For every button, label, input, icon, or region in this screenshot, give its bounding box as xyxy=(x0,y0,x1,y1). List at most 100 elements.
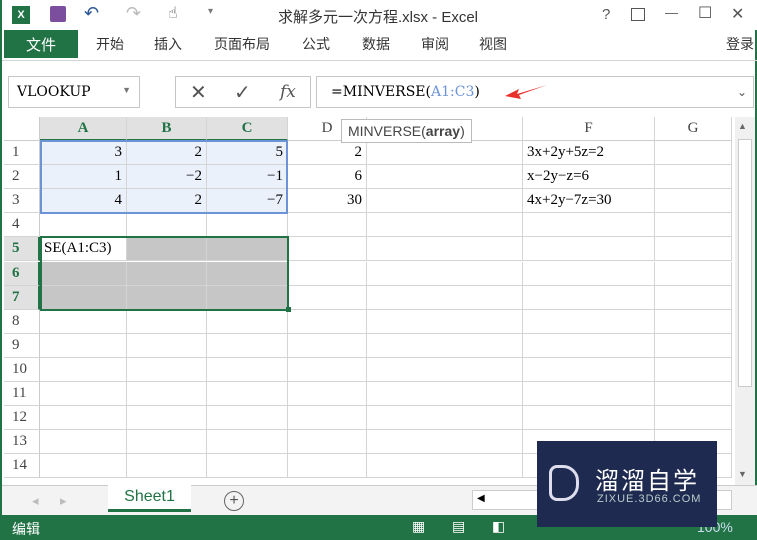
cell-D14[interactable] xyxy=(288,454,367,479)
tab-page-layout[interactable]: 页面布局 xyxy=(214,34,270,54)
column-header-B[interactable]: B xyxy=(127,117,207,141)
row-header-1[interactable]: 1 xyxy=(4,141,40,166)
cell-E5[interactable] xyxy=(367,237,523,262)
cell-E13[interactable] xyxy=(367,430,523,455)
cell-C6[interactable] xyxy=(207,261,288,286)
tab-home[interactable]: 开始 xyxy=(96,34,124,54)
cell-C10[interactable] xyxy=(207,357,288,382)
cell-C9[interactable] xyxy=(207,333,288,358)
tooltip-argument[interactable]: array xyxy=(426,123,460,139)
cell-B14[interactable] xyxy=(127,454,207,479)
cell-A2[interactable]: 1 xyxy=(40,165,127,190)
cell-G3[interactable] xyxy=(655,189,732,214)
redo-icon[interactable]: ↷ xyxy=(126,3,141,24)
cell-A7[interactable] xyxy=(40,285,127,310)
cell-D5[interactable] xyxy=(288,237,367,262)
cell-E7[interactable] xyxy=(367,285,523,310)
tab-review[interactable]: 审阅 xyxy=(421,34,449,54)
cell-B8[interactable] xyxy=(127,309,207,334)
row-header-14[interactable]: 14 xyxy=(4,454,40,479)
scroll-thumb[interactable] xyxy=(738,139,752,387)
cell-G4[interactable] xyxy=(655,213,732,238)
row-header-4[interactable]: 4 xyxy=(4,213,40,238)
cell-E4[interactable] xyxy=(367,213,523,238)
cell-B13[interactable] xyxy=(127,430,207,455)
row-header-10[interactable]: 10 xyxy=(4,357,40,382)
cell-G7[interactable] xyxy=(655,285,732,310)
cell-A9[interactable] xyxy=(40,333,127,358)
cell-E14[interactable] xyxy=(367,454,523,479)
cell-B9[interactable] xyxy=(127,333,207,358)
cell-A12[interactable] xyxy=(40,406,127,431)
cell-B3[interactable]: 2 xyxy=(127,189,207,214)
cell-D3[interactable]: 30 xyxy=(288,189,367,214)
cell-E6[interactable] xyxy=(367,261,523,286)
cell-D11[interactable] xyxy=(288,382,367,407)
cell-G12[interactable] xyxy=(655,406,732,431)
cell-A10[interactable] xyxy=(40,357,127,382)
cell-E1[interactable] xyxy=(367,141,523,166)
cell-B2[interactable]: −2 xyxy=(127,165,207,190)
cell-G11[interactable] xyxy=(655,382,732,407)
fill-handle[interactable] xyxy=(286,306,291,312)
cell-C1[interactable]: 5 xyxy=(207,141,288,166)
column-header-A[interactable]: A xyxy=(40,117,127,141)
cancel-icon[interactable]: ✕ xyxy=(190,80,207,105)
cell-F3[interactable]: 4x+2y−7z=30 xyxy=(523,189,655,214)
cell-B11[interactable] xyxy=(127,382,207,407)
cell-G2[interactable] xyxy=(655,165,732,190)
page-break-view-icon[interactable]: ◧ xyxy=(492,518,505,535)
prev-sheet-icon[interactable]: ◂ xyxy=(32,493,39,509)
cell-D12[interactable] xyxy=(288,406,367,431)
cell-A5[interactable]: SE(A1:C3) xyxy=(40,237,127,262)
cell-G8[interactable] xyxy=(655,309,732,334)
cell-F1[interactable]: 3x+2y+5z=2 xyxy=(523,141,655,166)
cell-C14[interactable] xyxy=(207,454,288,479)
cell-B10[interactable] xyxy=(127,357,207,382)
cell-F4[interactable] xyxy=(523,213,655,238)
cell-D8[interactable] xyxy=(288,309,367,334)
formula-input[interactable]: =MINVERSE(A1:C3) ⌄ xyxy=(316,76,754,108)
row-header-9[interactable]: 9 xyxy=(4,333,40,358)
cell-C11[interactable] xyxy=(207,382,288,407)
enter-icon[interactable]: ✓ xyxy=(234,80,251,105)
chevron-down-icon[interactable]: ▼ xyxy=(122,85,131,95)
cell-A13[interactable] xyxy=(40,430,127,455)
maximize-button[interactable]: ☐ xyxy=(698,3,712,23)
cell-D13[interactable] xyxy=(288,430,367,455)
cell-B6[interactable] xyxy=(127,261,207,286)
cell-E11[interactable] xyxy=(367,382,523,407)
scroll-up-icon[interactable]: ▲ xyxy=(738,121,747,131)
cell-G6[interactable] xyxy=(655,261,732,286)
minimize-button[interactable]: — xyxy=(665,5,678,20)
cell-A8[interactable] xyxy=(40,309,127,334)
cell-D2[interactable]: 6 xyxy=(288,165,367,190)
close-button[interactable]: ✕ xyxy=(731,4,744,24)
row-header-13[interactable]: 13 xyxy=(4,430,40,455)
cell-A6[interactable] xyxy=(40,261,127,286)
cell-C4[interactable] xyxy=(207,213,288,238)
cell-A4[interactable] xyxy=(40,213,127,238)
cell-C13[interactable] xyxy=(207,430,288,455)
cell-G1[interactable] xyxy=(655,141,732,166)
cell-E12[interactable] xyxy=(367,406,523,431)
cell-C5[interactable] xyxy=(207,237,288,262)
cell-F7[interactable] xyxy=(523,285,655,310)
cell-A1[interactable]: 3 xyxy=(40,141,127,166)
cell-A3[interactable]: 4 xyxy=(40,189,127,214)
cell-F8[interactable] xyxy=(523,309,655,334)
add-sheet-button[interactable]: + xyxy=(224,491,244,511)
cell-C12[interactable] xyxy=(207,406,288,431)
row-header-3[interactable]: 3 xyxy=(4,189,40,214)
file-tab[interactable]: 文件 xyxy=(4,30,78,58)
cell-B7[interactable] xyxy=(127,285,207,310)
touch-mode-icon[interactable]: ☝ xyxy=(168,3,178,23)
scroll-left-icon[interactable]: ◀ xyxy=(477,493,485,504)
customize-toolbar-icon[interactable]: ▾ xyxy=(208,6,213,17)
select-all-button[interactable] xyxy=(4,117,40,141)
normal-view-icon[interactable]: ▦ xyxy=(412,518,425,535)
cell-F6[interactable] xyxy=(523,261,655,286)
cell-D6[interactable] xyxy=(288,261,367,286)
save-icon[interactable] xyxy=(50,6,66,22)
cell-F5[interactable] xyxy=(523,237,655,262)
